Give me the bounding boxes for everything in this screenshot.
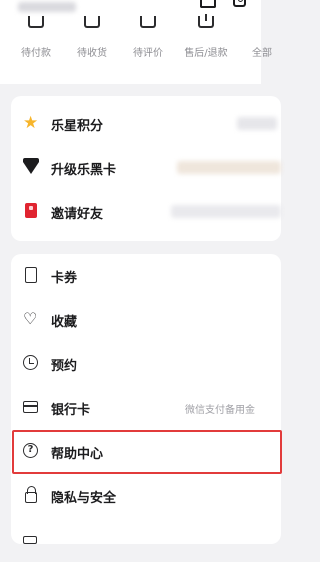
order-pending-payment[interactable]: 待付款: [6, 14, 66, 64]
order-status-panel: 待付款 待收货 待评价 售后/退款 全部: [0, 0, 272, 84]
row-label: 升级乐黑卡: [51, 163, 117, 178]
row-upgrade-card[interactable]: 升级乐黑卡: [11, 146, 281, 190]
order-label: 待付款: [21, 48, 51, 59]
benefits-card: ★ 乐星积分 升级乐黑卡 邀请好友: [11, 96, 281, 241]
username-blurred: [18, 2, 76, 12]
order-label: 待收货: [77, 48, 107, 59]
order-after-sales[interactable]: 售后/退款: [176, 14, 236, 64]
wallet-icon: [28, 16, 44, 28]
row-coupons[interactable]: 卡券: [11, 254, 281, 298]
row-label: 银行卡: [51, 403, 91, 418]
clock-icon: [23, 355, 38, 370]
row-label: 邀请好友: [51, 207, 104, 222]
order-pending-receipt[interactable]: 待收货: [62, 14, 122, 64]
star-icon: ★: [23, 113, 39, 133]
partial-icon: [23, 536, 37, 544]
refund-icon: [198, 14, 214, 28]
diamond-icon: [23, 158, 39, 174]
row-privacy-security[interactable]: 隐私与安全: [11, 474, 281, 518]
points-value-blurred: [237, 117, 277, 130]
settings-icon[interactable]: [233, 0, 246, 7]
order-shortcuts: 待付款 待收货 待评价 售后/退款 全部: [0, 14, 272, 64]
bank-card-icon: [23, 401, 38, 413]
row-invite-friends[interactable]: 邀请好友: [11, 190, 281, 234]
bank-card-note: 微信支付备用金: [185, 405, 255, 416]
row-appointments[interactable]: 预约: [11, 342, 281, 386]
heart-icon: ♡: [23, 309, 38, 328]
row-label: 预约: [51, 359, 78, 374]
row-favorites[interactable]: ♡ 收藏: [11, 298, 281, 342]
review-icon: [140, 16, 156, 28]
invite-promo-blurred: [171, 205, 281, 218]
row-label: 收藏: [51, 315, 78, 330]
order-all[interactable]: 全部: [232, 14, 292, 64]
order-label: 全部: [252, 48, 272, 59]
upgrade-promo-blurred: [177, 161, 281, 174]
scan-icon[interactable]: [200, 0, 216, 8]
row-points[interactable]: ★ 乐星积分: [11, 102, 281, 146]
lock-icon: [25, 486, 37, 503]
box-icon: [84, 16, 100, 28]
row-label: 乐星积分: [51, 119, 104, 134]
row-more[interactable]: [11, 518, 281, 562]
order-label: 售后/退款: [184, 48, 228, 59]
row-label: 卡券: [51, 271, 78, 286]
coupon-icon: [25, 267, 37, 283]
order-pending-review[interactable]: 待评价: [118, 14, 178, 64]
red-envelope-icon: [25, 203, 37, 218]
row-bank-card[interactable]: 银行卡 微信支付备用金: [11, 386, 281, 430]
services-card: 卡券 ♡ 收藏 预约 银行卡 微信支付备用金 ? 帮助中心 隐私与安全: [11, 254, 282, 544]
row-label: 隐私与安全: [51, 491, 117, 506]
help-center-highlight: [12, 430, 282, 474]
order-label: 待评价: [133, 48, 163, 59]
